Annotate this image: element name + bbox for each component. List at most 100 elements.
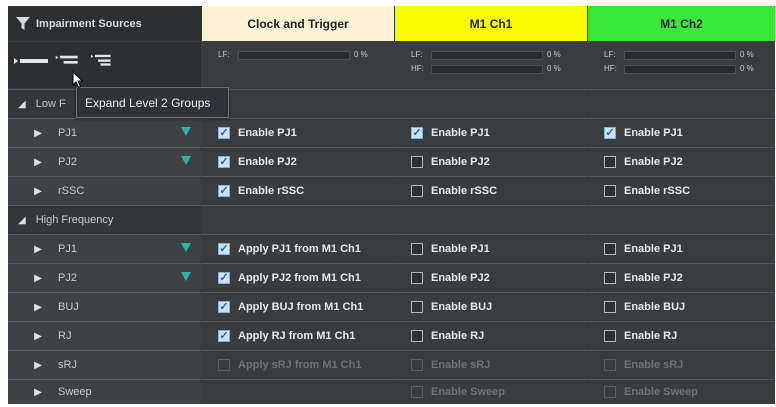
checkbox[interactable] (411, 127, 423, 139)
expand-triangle-icon[interactable]: ▶ (30, 244, 46, 255)
checkbox[interactable] (218, 185, 230, 197)
header-m1-ch2-label: M1 Ch2 (660, 16, 703, 31)
rssc-m1ch2-cell[interactable]: Enable rSSC (588, 176, 775, 205)
checkbox[interactable] (604, 243, 616, 255)
funnel-icon[interactable] (181, 156, 191, 165)
pj1-high-clock-cell[interactable]: Apply PJ1 from M1 Ch1 (202, 234, 394, 263)
pj1-low-m1ch2-cell[interactable]: Enable PJ1 (588, 118, 775, 147)
pj2-low-m1ch2-cell[interactable]: Enable PJ2 (588, 147, 775, 176)
expand-triangle-icon[interactable]: ▶ (30, 387, 46, 398)
checkbox-label: Enable rSSC (238, 185, 305, 197)
sweep-m1ch2-cell: Enable Sweep (588, 379, 775, 404)
checkbox (411, 359, 423, 371)
row-buj[interactable]: ▶ BUJ (8, 292, 201, 321)
row-pj2-high[interactable]: ▶ PJ2 (8, 263, 201, 292)
collapse-triangle-icon[interactable]: ◢ (18, 99, 26, 110)
impairment-sources-header[interactable]: Impairment Sources (8, 6, 201, 41)
checkbox[interactable] (411, 272, 423, 284)
buj-m1ch2-cell[interactable]: Enable BUJ (588, 292, 775, 321)
checkbox-label: Enable PJ2 (238, 156, 297, 168)
row-pj1-high[interactable]: ▶ PJ1 (8, 234, 201, 263)
checkbox-label: Enable PJ2 (431, 156, 490, 168)
pj2-high-m1ch2-cell[interactable]: Enable PJ2 (588, 263, 775, 292)
expand-triangle-icon[interactable]: ▶ (30, 302, 46, 313)
expand-triangle-icon[interactable]: ▶ (30, 186, 46, 197)
buj-m1ch1-cell[interactable]: Enable BUJ (395, 292, 587, 321)
pj1-high-m1ch1-cell[interactable]: Enable PJ1 (395, 234, 587, 263)
expand-level-2-icon[interactable] (54, 54, 82, 68)
checkbox[interactable] (411, 185, 423, 197)
checkbox-label: Enable PJ2 (624, 272, 683, 284)
expand-triangle-icon[interactable]: ▶ (30, 273, 46, 284)
group-label: Low F (35, 98, 66, 110)
collapse-triangle-icon[interactable]: ◢ (18, 215, 26, 226)
checkbox-label: Enable BUJ (431, 301, 493, 313)
checkbox[interactable] (604, 156, 616, 168)
checkbox[interactable] (604, 185, 616, 197)
pj1-high-m1ch2-cell[interactable]: Enable PJ1 (588, 234, 775, 263)
pj2-high-m1ch1-cell[interactable]: Enable PJ2 (395, 263, 587, 292)
row-srj[interactable]: ▶ sRJ (8, 350, 201, 379)
checkbox[interactable] (604, 272, 616, 284)
lf-meter-bar (238, 51, 350, 60)
srj-m1ch2-cell: Enable sRJ (588, 350, 775, 379)
hf-value: 0 % (740, 64, 754, 73)
buj-clock-cell[interactable]: Apply BUJ from M1 Ch1 (202, 292, 394, 321)
checkbox-label: Enable PJ1 (238, 127, 297, 139)
checkbox[interactable] (411, 301, 423, 313)
meters-clock-trigger: LF: 0 % (202, 42, 394, 88)
row-rssc[interactable]: ▶ rSSC (8, 176, 201, 205)
checkbox[interactable] (218, 127, 230, 139)
checkbox-label: Enable sRJ (431, 359, 491, 371)
checkbox[interactable] (218, 243, 230, 255)
row-pj1-low[interactable]: ▶ PJ1 (8, 118, 201, 147)
rj-m1ch1-cell[interactable]: Enable RJ (395, 321, 587, 350)
group-row-cell (395, 89, 587, 118)
row-sweep[interactable]: ▶ Sweep (8, 379, 201, 404)
srj-clock-cell: Apply sRJ from M1 Ch1 (202, 350, 394, 379)
checkbox[interactable] (411, 156, 423, 168)
sweep-clock-cell (202, 379, 394, 404)
checkbox[interactable] (604, 301, 616, 313)
funnel-icon[interactable] (181, 127, 191, 136)
checkbox[interactable] (411, 330, 423, 342)
checkbox-label: Enable PJ2 (624, 156, 683, 168)
expand-level-3-icon[interactable] (88, 54, 116, 68)
rj-clock-cell[interactable]: Apply RJ from M1 Ch1 (202, 321, 394, 350)
checkbox-label: Enable sRJ (624, 359, 684, 371)
group-row-cell (395, 205, 587, 234)
collapse-all-icon[interactable] (14, 54, 50, 68)
pj2-high-clock-cell[interactable]: Apply PJ2 from M1 Ch1 (202, 263, 394, 292)
checkbox-label: Enable Sweep (624, 386, 698, 398)
row-pj2-low[interactable]: ▶ PJ2 (8, 147, 201, 176)
expand-triangle-icon[interactable]: ▶ (30, 157, 46, 168)
checkbox-label: Apply sRJ from M1 Ch1 (238, 359, 362, 371)
pj1-low-clock-cell[interactable]: Enable PJ1 (202, 118, 394, 147)
checkbox[interactable] (218, 272, 230, 284)
checkbox[interactable] (218, 301, 230, 313)
checkbox[interactable] (604, 330, 616, 342)
rssc-m1ch1-cell[interactable]: Enable rSSC (395, 176, 587, 205)
filter-icon[interactable] (16, 16, 30, 31)
checkbox[interactable] (411, 243, 423, 255)
rj-m1ch2-cell[interactable]: Enable RJ (588, 321, 775, 350)
expand-triangle-icon[interactable]: ▶ (30, 360, 46, 371)
checkbox[interactable] (218, 330, 230, 342)
checkbox-label: Enable PJ2 (431, 272, 490, 284)
group-high-frequency[interactable]: ◢ High Frequency (8, 205, 201, 234)
checkbox[interactable] (604, 127, 616, 139)
pj1-low-m1ch1-cell[interactable]: Enable PJ1 (395, 118, 587, 147)
funnel-icon[interactable] (181, 272, 191, 281)
lf-value: 0 % (740, 50, 754, 59)
lf-meter-bar (431, 51, 543, 60)
expand-triangle-icon[interactable]: ▶ (30, 128, 46, 139)
impairment-sources-title: Impairment Sources (36, 17, 142, 30)
pj2-low-m1ch1-cell[interactable]: Enable PJ2 (395, 147, 587, 176)
pj2-low-clock-cell[interactable]: Enable PJ2 (202, 147, 394, 176)
lf-label: LF: (604, 50, 616, 59)
row-rj[interactable]: ▶ RJ (8, 321, 201, 350)
checkbox[interactable] (218, 156, 230, 168)
expand-triangle-icon[interactable]: ▶ (30, 331, 46, 342)
funnel-icon[interactable] (181, 243, 191, 252)
rssc-clock-cell[interactable]: Enable rSSC (202, 176, 394, 205)
